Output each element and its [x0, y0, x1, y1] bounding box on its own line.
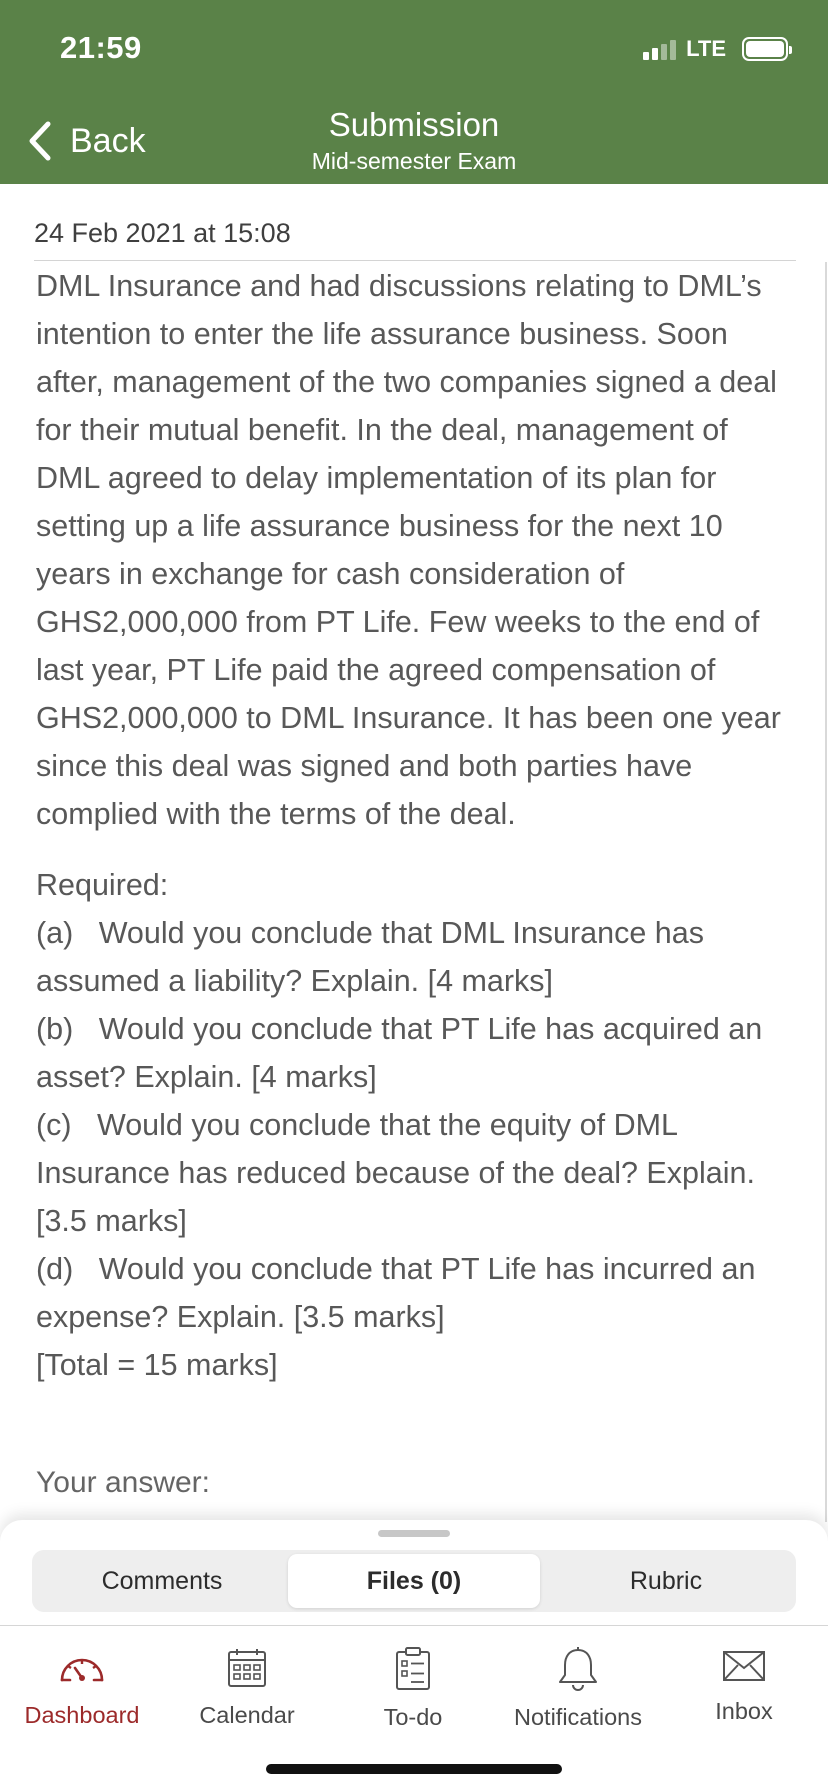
bell-icon	[559, 1647, 597, 1691]
tabbar-label-inbox: Inbox	[715, 1698, 773, 1724]
page-subtitle: Mid-semester Exam	[311, 148, 517, 174]
your-answer-label: Your answer:	[36, 1466, 210, 1499]
submission-body: DML Insurance and had discussions relati…	[36, 262, 798, 1389]
submission-date: 24 Feb 2021 at 15:08	[34, 218, 291, 248]
tabbar-label-notifications: Notifications	[514, 1704, 642, 1730]
tab-files[interactable]: Files (0)	[288, 1554, 540, 1608]
tabbar-label-todo: To-do	[383, 1704, 443, 1730]
submission-paragraph: DML Insurance and had discussions relati…	[36, 269, 781, 831]
battery-icon	[742, 37, 792, 61]
status-indicators: LTE	[643, 36, 792, 62]
question-c: (c) Would you conclude that the equity o…	[36, 1108, 755, 1238]
question-a: (a) Would you conclude that DML Insuranc…	[36, 916, 704, 998]
calendar-icon	[228, 1649, 266, 1687]
question-b: (b) Would you conclude that PT Life has …	[36, 1012, 763, 1094]
envelope-icon	[723, 1651, 765, 1681]
top-bar: 21:59 LTE Back Submission Mid-semester E…	[0, 0, 828, 184]
tabbar-inbox[interactable]: Inbox	[669, 1646, 819, 1725]
tabbar-label-calendar: Calendar	[199, 1702, 295, 1728]
network-label: LTE	[686, 36, 726, 61]
tabbar-calendar[interactable]: Calendar	[172, 1646, 322, 1729]
tab-comments[interactable]: Comments	[36, 1554, 288, 1608]
total-marks: [Total = 15 marks]	[36, 1348, 278, 1382]
tab-rubric[interactable]: Rubric	[540, 1554, 792, 1608]
scrollbar[interactable]	[825, 262, 827, 1522]
question-d: (d) Would you conclude that PT Life has …	[36, 1252, 756, 1334]
page-title: Submission	[328, 106, 500, 143]
bottom-sheet: Comments Files (0) Rubric	[0, 1520, 828, 1625]
segmented-control: Comments Files (0) Rubric	[32, 1550, 796, 1612]
sheet-grabber[interactable]	[378, 1530, 450, 1537]
tabbar-dashboard[interactable]: Dashboard	[7, 1646, 157, 1729]
signal-icon	[643, 38, 677, 60]
todo-icon	[396, 1647, 430, 1690]
dashboard-icon	[60, 1658, 104, 1682]
divider	[34, 260, 796, 261]
status-time: 21:59	[60, 30, 142, 65]
tabbar-label-dashboard: Dashboard	[24, 1702, 140, 1728]
home-indicator[interactable]	[266, 1764, 562, 1774]
tabbar-todo[interactable]: To-do	[338, 1646, 488, 1731]
required-label: Required:	[36, 868, 169, 902]
tabbar-notifications[interactable]: Notifications	[503, 1646, 653, 1731]
